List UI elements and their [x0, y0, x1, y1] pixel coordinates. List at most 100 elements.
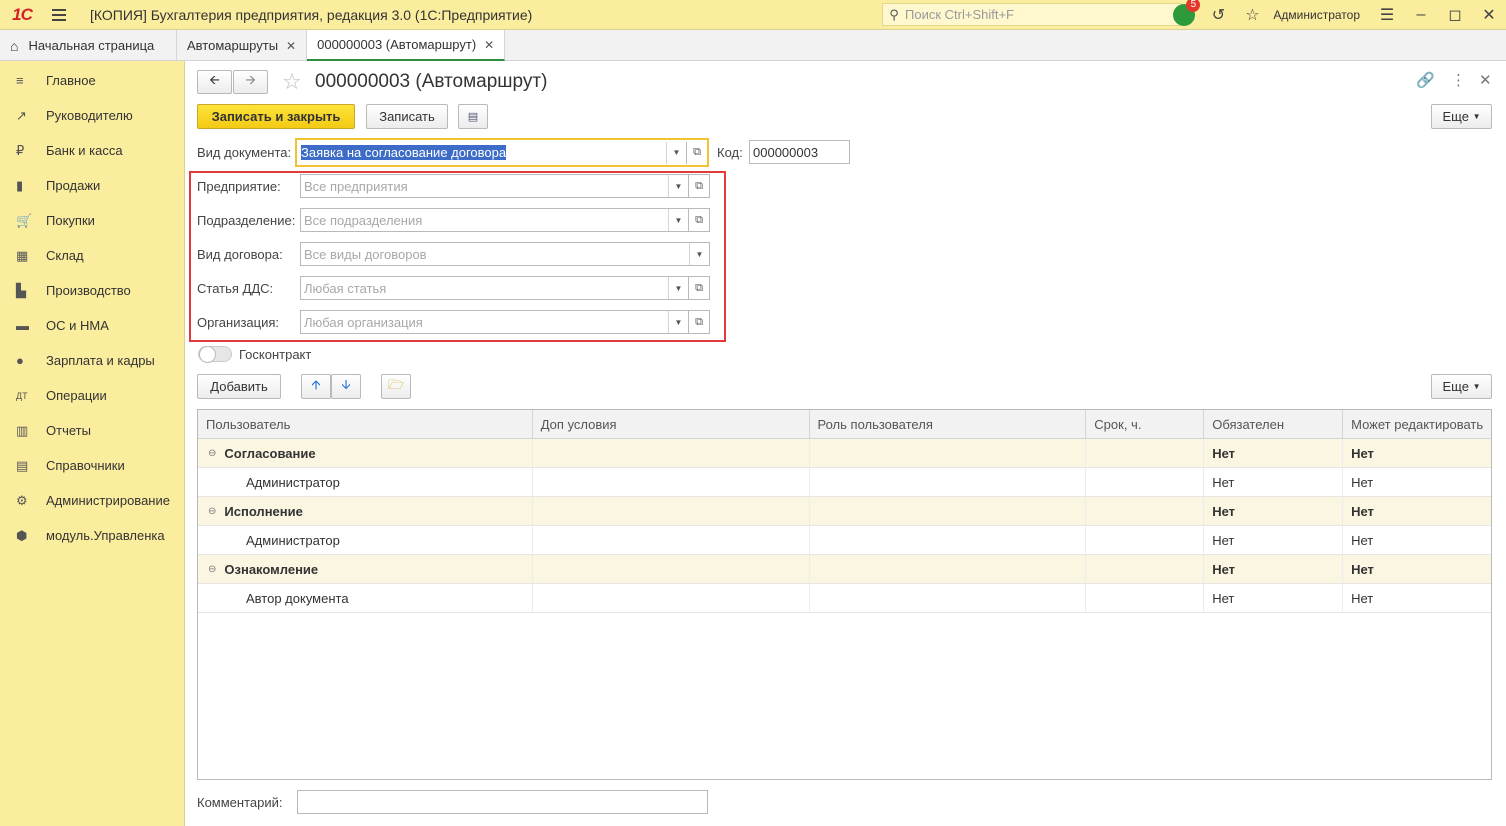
title-bar: 1С [КОПИЯ] Бухгалтерия предприятия, реда… — [0, 0, 1506, 30]
field-placeholder: Все виды договоров — [304, 246, 427, 262]
cell-can-edit: Нет — [1351, 475, 1374, 490]
tab-close-icon[interactable]: ✕ — [286, 39, 296, 53]
1c-logo[interactable]: 1С — [0, 0, 44, 30]
sidebar-item-main[interactable]: ≡ Главное — [0, 63, 184, 98]
comment-input[interactable] — [297, 790, 708, 814]
settings-menu-icon[interactable]: ☰ — [1370, 0, 1404, 30]
code-field[interactable]: 000000003 — [749, 140, 850, 164]
table-row[interactable]: ⊖ Исполнение Нет Нет — [198, 497, 1491, 526]
tab-home[interactable]: ⌂ Начальная страница — [0, 30, 177, 61]
sidebar-item-bank[interactable]: ₽ Банк и касса — [0, 133, 184, 168]
tab-automarshruty[interactable]: Автомаршруты ✕ — [177, 30, 308, 61]
add-group-button[interactable]: 🗁 — [381, 374, 411, 399]
favorites-star-icon[interactable]: ☆ — [1235, 0, 1269, 30]
sidebar-item-assets[interactable]: ▬ ОС и НМА — [0, 308, 184, 343]
save-and-close-button[interactable]: Записать и закрыть — [197, 104, 355, 129]
sidebar-item-warehouse[interactable]: ▦ Склад — [0, 238, 184, 273]
table-row[interactable]: ⊖ Согласование Нет Нет — [198, 439, 1491, 468]
sidebar-icon: ▥ — [16, 422, 29, 438]
chevron-down-icon[interactable]: ▼ — [668, 277, 688, 299]
sidebar-icon: ▮ — [16, 177, 24, 193]
main-menu-icon[interactable] — [44, 0, 74, 30]
page-title: 000000003 (Автомаршрут) — [315, 71, 548, 92]
history-icon[interactable]: ↺ — [1201, 0, 1235, 30]
minimize-icon[interactable]: – — [1404, 0, 1438, 30]
tab-close-icon[interactable]: ✕ — [484, 38, 494, 52]
add-button[interactable]: Добавить — [197, 374, 281, 399]
sidebar-item-operations[interactable]: ДТ Операции — [0, 378, 184, 413]
maximize-icon[interactable]: ◻ — [1438, 0, 1472, 30]
search-icon: ⚲ — [889, 6, 899, 22]
table-row[interactable]: ⊖ Ознакомление Нет Нет — [198, 555, 1491, 584]
chevron-down-icon[interactable]: ▼ — [668, 209, 688, 231]
logo-text: 1С — [12, 4, 33, 24]
collapse-icon[interactable]: ⊖ — [208, 506, 216, 517]
sidebar-item-purchases[interactable]: 🛒 Покупки — [0, 203, 184, 238]
collapse-icon[interactable]: ⊖ — [208, 448, 216, 459]
sidebar-item-director[interactable]: ↗ Руководителю — [0, 98, 184, 133]
tab-automarshrut-doc[interactable]: 000000003 (Автомаршрут) ✕ — [307, 30, 506, 61]
sidebar-item-module[interactable]: ⬢ модуль.Управленка — [0, 518, 184, 553]
current-user[interactable]: Администратор — [1269, 8, 1370, 22]
department-field[interactable]: Все подразделения ▼ ⧉ — [300, 208, 710, 232]
table-row[interactable]: Администратор Нет Нет — [198, 468, 1491, 497]
sidebar-item-catalogs[interactable]: ▤ Справочники — [0, 448, 184, 483]
notifications-button[interactable]: 5 — [1167, 0, 1201, 30]
sidebar-item-production[interactable]: ▙ Производство — [0, 273, 184, 308]
table-row[interactable]: Автор документа Нет Нет — [198, 584, 1491, 613]
open-icon[interactable]: ⧉ — [688, 311, 709, 333]
chevron-down-icon[interactable]: ▼ — [666, 141, 686, 164]
close-window-icon[interactable]: ✕ — [1472, 0, 1506, 30]
sidebar-icon: 🛒 — [16, 212, 33, 228]
doc-type-field[interactable]: Заявка на согласование договора ▼ ⧉ — [295, 138, 709, 167]
table-more-button[interactable]: Еще ▼ — [1431, 374, 1492, 399]
open-icon[interactable]: ⧉ — [688, 175, 709, 197]
move-up-button[interactable]: 🡩 — [301, 374, 331, 399]
open-icon[interactable]: ⧉ — [688, 209, 709, 231]
cell-required: Нет — [1204, 439, 1344, 468]
more-button[interactable]: Еще ▼ — [1431, 104, 1492, 129]
back-button[interactable]: 🡨 — [197, 70, 232, 94]
sidebar-item-sales[interactable]: ▮ Продажи — [0, 168, 184, 203]
cashflow-item-field[interactable]: Любая статья ▼ ⧉ — [300, 276, 710, 300]
sidebar-item-admin[interactable]: ⚙ Администрирование — [0, 483, 184, 518]
gov-contract-toggle[interactable] — [198, 346, 232, 363]
forward-button[interactable]: 🡪 — [233, 70, 268, 94]
move-down-button[interactable]: 🡫 — [331, 374, 361, 399]
enterprise-field[interactable]: Все предприятия ▼ ⧉ — [300, 174, 710, 198]
open-icon[interactable]: ⧉ — [686, 141, 707, 164]
column-header[interactable]: Пользователь — [198, 410, 533, 439]
sidebar-item-salary[interactable]: ● Зарплата и кадры — [0, 343, 184, 378]
link-icon[interactable]: 🔗 — [1416, 71, 1435, 89]
cell-required: Нет — [1204, 584, 1344, 613]
open-icon[interactable]: ⧉ — [688, 277, 709, 299]
dt-kt-button[interactable]: ▤ — [458, 104, 488, 129]
column-header[interactable]: Обязателен — [1204, 410, 1344, 439]
column-header[interactable]: Доп условия — [533, 410, 810, 439]
chevron-down-icon[interactable]: ▼ — [689, 243, 709, 265]
more-vertical-icon[interactable]: ⋮ — [1451, 71, 1466, 89]
cell-can-edit: Нет — [1351, 562, 1374, 577]
route-table[interactable]: Пользователь Доп условия Роль пользовате… — [197, 409, 1492, 780]
chevron-down-icon[interactable]: ▼ — [668, 175, 688, 197]
cell-can-edit: Нет — [1351, 591, 1374, 606]
sidebar-item-reports[interactable]: ▥ Отчеты — [0, 413, 184, 448]
table-row[interactable]: Администратор Нет Нет — [198, 526, 1491, 555]
tab-automarshruty-label: Автомаршруты — [187, 38, 279, 53]
column-header[interactable]: Может редактировать — [1343, 410, 1491, 439]
cell-required: Нет — [1204, 497, 1344, 526]
favorite-star-icon[interactable]: ☆ — [282, 69, 302, 95]
sidebar-icon: ДТ — [16, 390, 28, 401]
contract-type-field[interactable]: Все виды договоров ▼ — [300, 242, 710, 266]
code-label: Код: — [717, 145, 743, 160]
close-form-icon[interactable]: ✕ — [1479, 71, 1492, 89]
search-input[interactable]: ⚲ Поиск Ctrl+Shift+F — [882, 3, 1182, 26]
column-header[interactable]: Роль пользователя — [810, 410, 1087, 439]
table-header: Пользователь Доп условия Роль пользовате… — [198, 410, 1491, 439]
column-header[interactable]: Срок, ч. — [1086, 410, 1205, 439]
field-label: Предприятие: — [197, 179, 281, 194]
chevron-down-icon[interactable]: ▼ — [668, 311, 688, 333]
save-button[interactable]: Записать — [366, 104, 448, 129]
collapse-icon[interactable]: ⊖ — [208, 564, 216, 575]
organization-field[interactable]: Любая организация ▼ ⧉ — [300, 310, 710, 334]
